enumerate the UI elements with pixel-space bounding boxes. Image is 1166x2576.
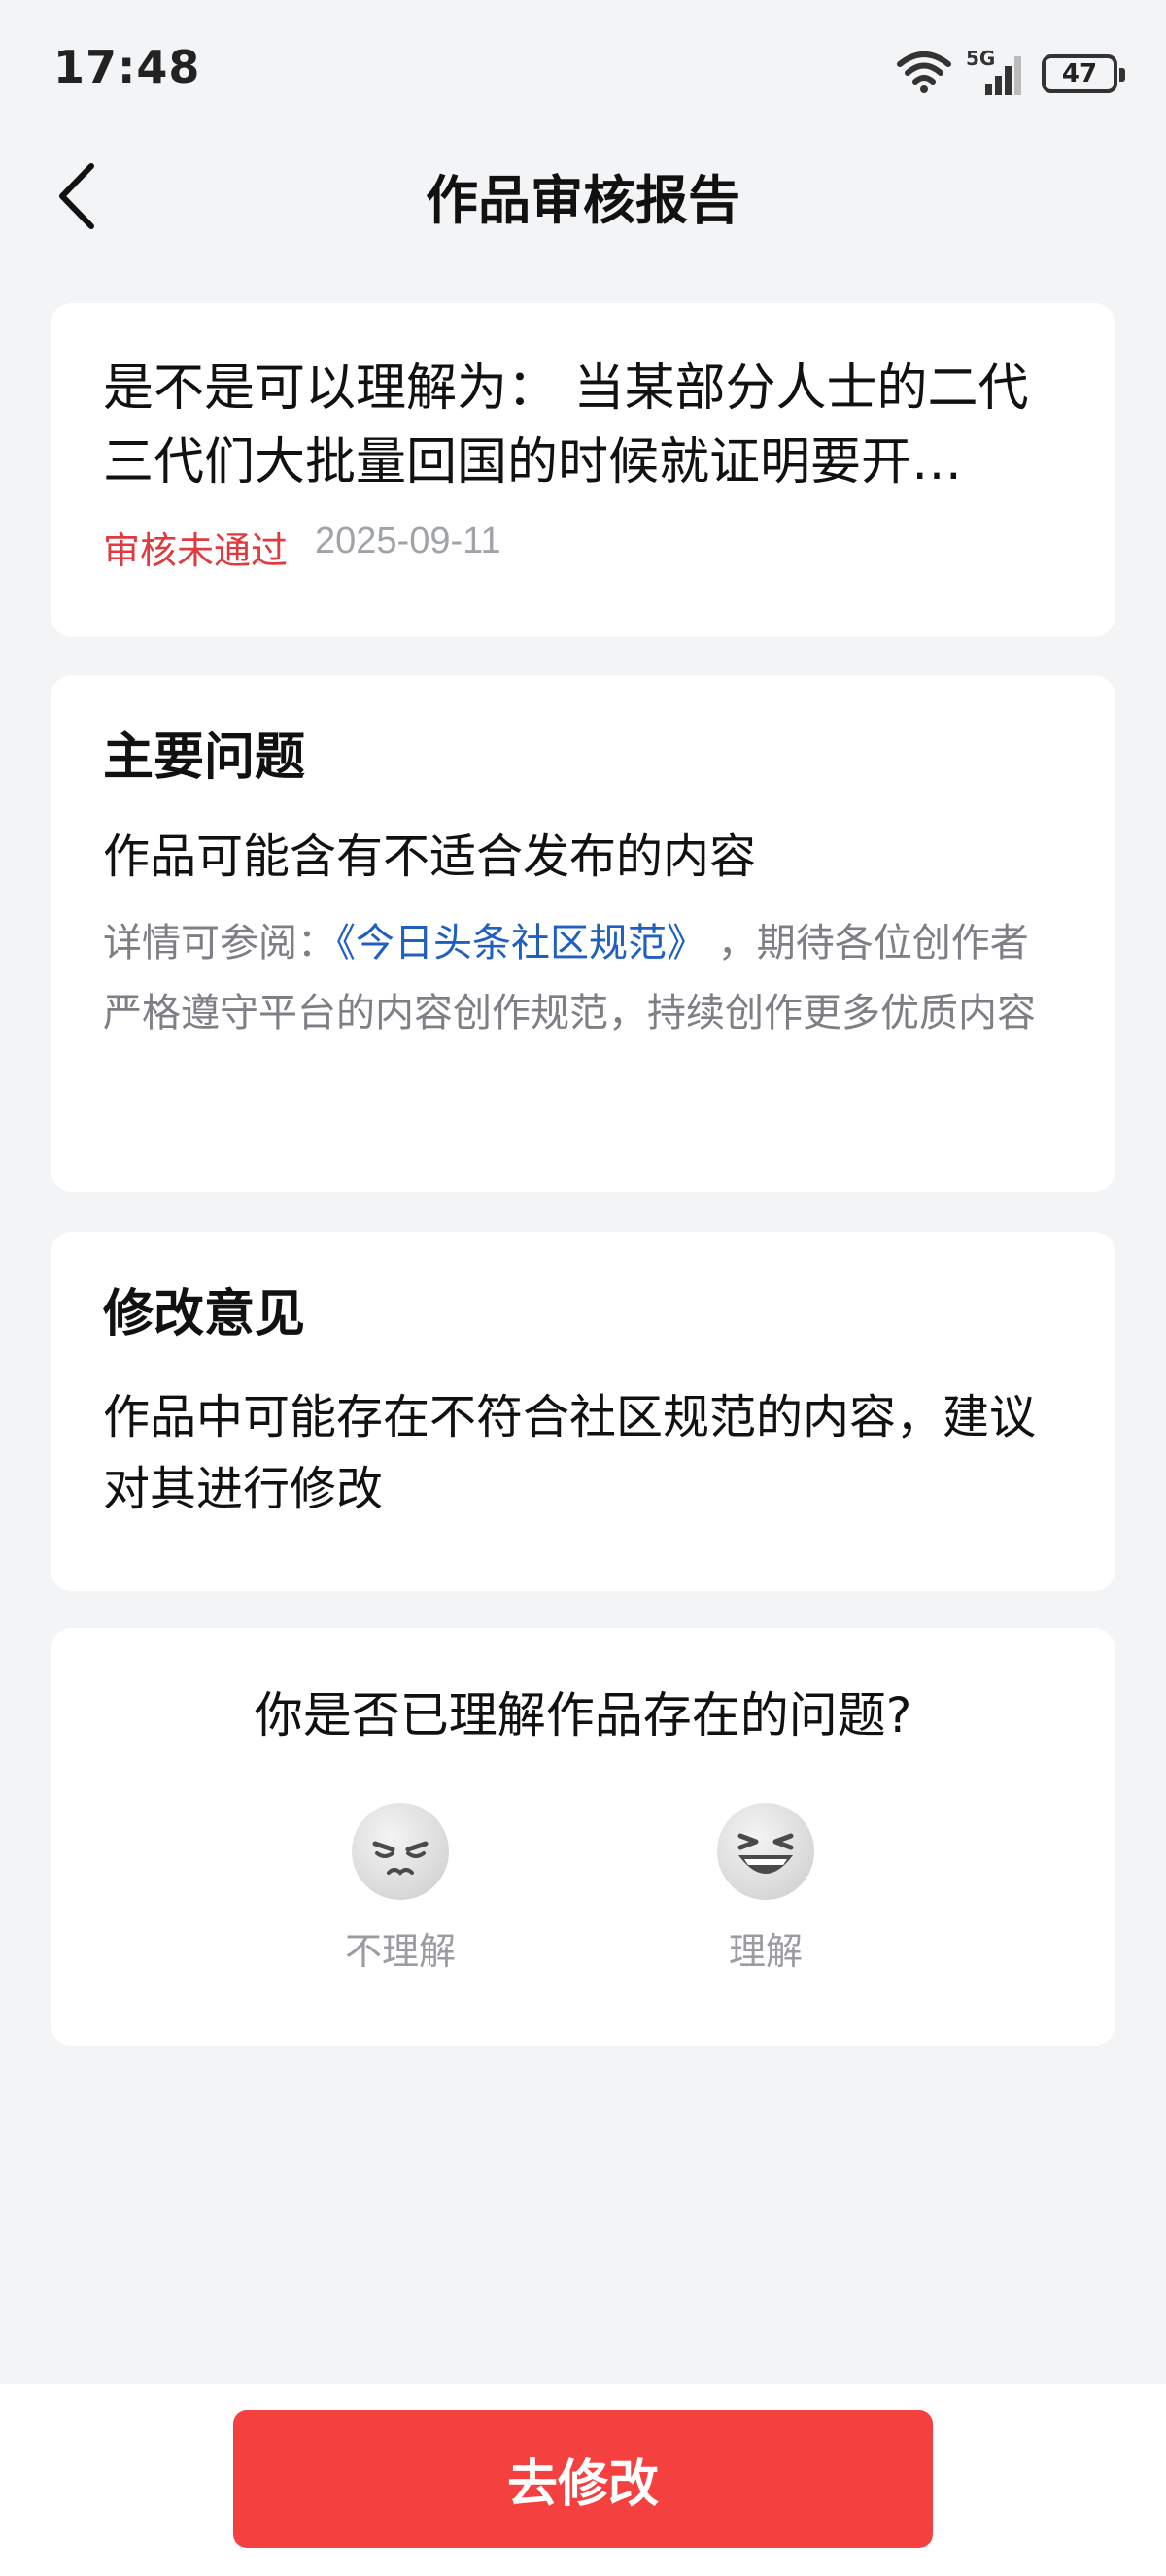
laughing-face-icon — [717, 1803, 814, 1900]
issue-summary: 作品可能含有不适合发布的内容 — [103, 830, 757, 884]
article-meta: 审核未通过 2025-09-11 — [103, 521, 1063, 574]
review-status-badge: 审核未通过 — [103, 529, 289, 572]
article-date: 2025-09-11 — [315, 521, 501, 561]
revision-advice-card: 修改意见 作品中可能存在不符合社区规范的内容，建议对其进行修改 — [51, 1232, 1115, 1591]
battery-level: 47 — [1061, 59, 1098, 88]
main-issue-card: 主要问题 作品可能含有不适合发布的内容 详情可参阅：《今日头条社区规范》 ，期待… — [51, 675, 1115, 1192]
revision-advice-heading: 修改意见 — [103, 1285, 306, 1343]
article-title: 是不是可以理解为： 当某部分人士的二代三代们大批量回国的时候就证明要开… — [103, 359, 1029, 491]
issue-detail: 详情可参阅：《今日头条社区规范》 ，期待各位创作者严格遵守平台的内容创作规范，持… — [103, 908, 1063, 1048]
status-icons: 5G 47 — [896, 47, 1125, 101]
wifi-icon — [896, 51, 952, 97]
battery-icon: 47 — [1042, 54, 1125, 93]
cellular-signal-icon: 5G — [966, 47, 1028, 97]
status-bar: 17:48 5G 47 — [0, 0, 1166, 146]
not-understood-label: 不理解 — [344, 1930, 456, 1973]
understanding-survey-card: 你是否已理解作品存在的问题? 不理解 理解 — [51, 1628, 1115, 2046]
status-time: 17:48 — [53, 41, 201, 93]
revision-advice-text: 作品中可能存在不符合社区规范的内容，建议对其进行修改 — [103, 1390, 1037, 1516]
go-edit-button[interactable]: 去修改 — [233, 2410, 933, 2548]
community-guidelines-link[interactable]: 《今日头条社区规范》 — [336, 921, 705, 966]
page-title: 作品审核报告 — [426, 170, 740, 231]
article-card[interactable]: 是不是可以理解为： 当某部分人士的二代三代们大批量回国的时候就证明要开… 审核未… — [51, 303, 1115, 637]
confused-face-icon — [352, 1803, 449, 1900]
bottom-action-bar: 去修改 — [0, 2384, 1166, 2576]
nav-bar: 作品审核报告 — [0, 146, 1166, 243]
not-understood-button[interactable]: 不理解 — [323, 1803, 478, 1975]
issue-detail-prefix: 详情可参阅： — [103, 921, 336, 966]
main-issue-heading: 主要问题 — [103, 729, 306, 787]
survey-question: 你是否已理解作品存在的问题? — [254, 1687, 912, 1744]
understood-label: 理解 — [728, 1930, 803, 1973]
understood-button[interactable]: 理解 — [688, 1803, 843, 1975]
